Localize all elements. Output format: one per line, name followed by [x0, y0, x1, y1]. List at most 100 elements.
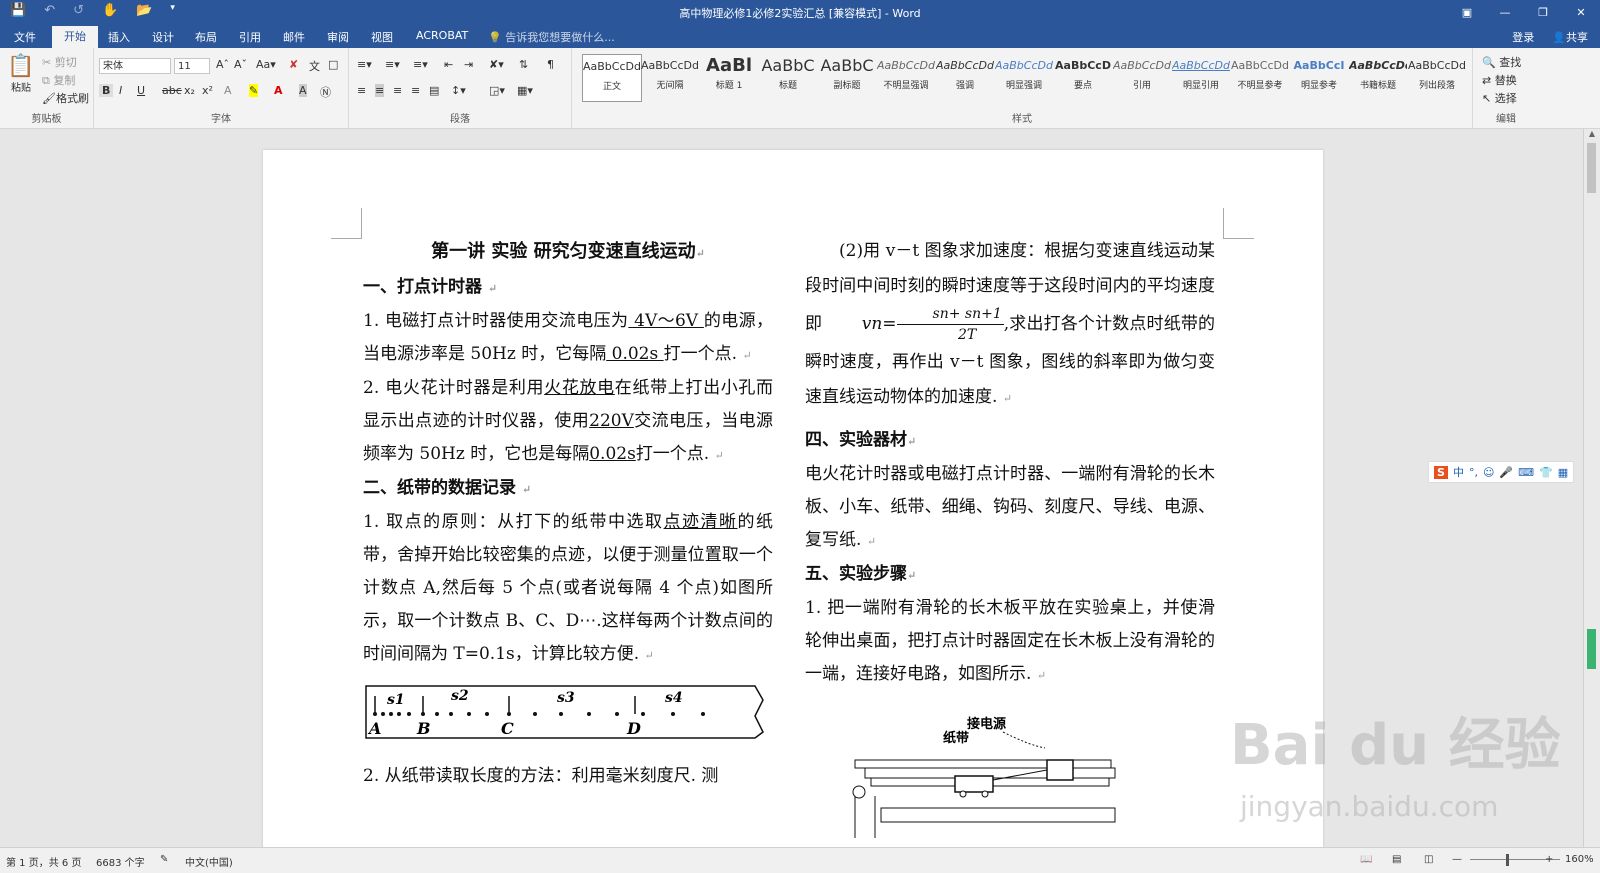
read-mode-icon[interactable]: 📖 [1360, 854, 1372, 865]
restore-button[interactable]: ❐ [1524, 0, 1562, 26]
underline-button[interactable]: U [137, 84, 145, 97]
tab-review[interactable]: 审阅 [327, 29, 349, 45]
style-quote[interactable]: AaBbCcDd 引用 [1113, 54, 1171, 100]
ime-lang[interactable]: 中 [1453, 464, 1464, 480]
grow-font-icon[interactable]: Aˆ [216, 58, 229, 71]
select-button[interactable]: ↖ 选择 [1482, 90, 1517, 106]
print-layout-icon[interactable]: ▤ [1392, 854, 1401, 865]
paste-button[interactable]: 📋 粘贴 [6, 54, 36, 94]
proofing-icon[interactable]: ✎ [160, 854, 168, 865]
scroll-thumb[interactable] [1587, 143, 1596, 193]
format-painter-button[interactable]: 🖌格式刷 [42, 90, 89, 106]
style-strong[interactable]: AaBbCcD 要点 [1054, 54, 1112, 100]
tab-references[interactable]: 引用 [239, 29, 261, 45]
replace-button[interactable]: ⇄ 替换 [1482, 72, 1517, 88]
style-subtitle[interactable]: AaBbC 副标题 [818, 54, 876, 100]
tell-me-box[interactable]: 💡 告诉我您想要做什么... [488, 29, 615, 45]
ribbon-display-icon[interactable]: ▣ [1448, 0, 1486, 26]
close-button[interactable]: ✕ [1562, 0, 1600, 26]
show-marks-icon[interactable]: ¶ [547, 58, 554, 71]
sort-icon[interactable]: ⇅ [519, 58, 528, 71]
tab-home[interactable]: 开始 [52, 26, 98, 48]
phonetic-guide-icon[interactable]: 文 [309, 58, 320, 74]
multilevel-list-icon[interactable]: ≡▾ [413, 58, 428, 71]
copy-button[interactable]: ⧉ 复制 [42, 72, 75, 88]
style-book-title[interactable]: AaBbCcDd 书籍标题 [1349, 54, 1407, 100]
microphone-icon[interactable]: 🎤 [1499, 466, 1513, 479]
word-count[interactable]: 6683 个字 [96, 854, 145, 869]
align-right-icon[interactable]: ≡ [393, 84, 402, 97]
style-intense-emphasis[interactable]: AaBbCcDd 明显强调 [995, 54, 1053, 100]
justify-icon[interactable]: ≡ [411, 84, 420, 97]
align-center-icon[interactable]: ≡ [375, 84, 385, 97]
bold-button[interactable]: B [99, 84, 114, 97]
style-heading-1[interactable]: AaBl 标题 1 [700, 54, 758, 100]
login-link[interactable]: 登录 [1512, 29, 1534, 45]
document-page[interactable]: 第一讲 实验 研究匀变速直线运动↵ 一、打点计时器 ↵ 1. 电磁打点计时器使用… [263, 150, 1323, 848]
line-spacing-icon[interactable]: ↕▾ [451, 84, 466, 97]
char-border-icon[interactable]: □ [328, 58, 338, 71]
toolbox-icon[interactable]: ▦ [1558, 466, 1568, 479]
page-count[interactable]: 第 1 页，共 6 页 [6, 854, 81, 869]
keyboard-icon[interactable]: ⌨ [1518, 466, 1534, 479]
borders-icon[interactable]: ▦▾ [517, 84, 533, 97]
style-normal[interactable]: AaBbCcDd 正文 [582, 54, 642, 102]
cut-button[interactable]: ✂ 剪切 [42, 54, 77, 70]
zoom-level[interactable]: 160% [1565, 854, 1594, 865]
chinese-layout-icon[interactable]: ✘▾ [489, 58, 504, 71]
shrink-font-icon[interactable]: Aˇ [234, 58, 247, 71]
style-subtle-emphasis[interactable]: AaBbCcDd 不明显强调 [877, 54, 935, 100]
font-color-icon[interactable]: A [274, 84, 283, 97]
numbering-icon[interactable]: ≡▾ [385, 58, 400, 71]
subscript-button[interactable]: x₂ [184, 84, 195, 97]
minimize-button[interactable]: — [1486, 0, 1524, 26]
font-name-select[interactable]: 宋体 [99, 58, 171, 74]
find-button[interactable]: 🔍 查找 [1482, 54, 1521, 70]
vertical-scrollbar[interactable]: ▲ [1583, 129, 1600, 848]
language-indicator[interactable]: 中文(中国) [185, 854, 233, 869]
para-equipment: 电火花计时器或电磁打点计时器、一端附有滑轮的长木板、小车、纸带、细绳、钩码、刻度… [805, 464, 1215, 550]
emoji-icon[interactable]: ☺ [1483, 466, 1494, 479]
strikethrough-button[interactable]: abc [162, 84, 182, 97]
tab-view[interactable]: 视图 [371, 29, 393, 45]
increase-indent-icon[interactable]: ⇥ [464, 58, 473, 71]
font-size-select[interactable]: 11 [174, 58, 210, 74]
web-layout-icon[interactable]: ◫ [1424, 854, 1433, 865]
change-case-icon[interactable]: Aa▾ [256, 58, 276, 71]
zoom-out-icon[interactable]: — [1452, 854, 1462, 865]
style-title[interactable]: AaBbC 标题 [759, 54, 817, 100]
highlight-icon[interactable]: ✎ [249, 84, 259, 97]
style-emphasis[interactable]: AaBbCcDd 强调 [936, 54, 994, 100]
enclose-char-icon[interactable]: Ⓝ [320, 84, 331, 100]
tab-layout[interactable]: 布局 [195, 29, 217, 45]
decrease-indent-icon[interactable]: ⇤ [444, 58, 453, 71]
align-left-icon[interactable]: ≡ [357, 84, 366, 97]
zoom-in-icon[interactable]: + [1545, 854, 1553, 865]
text-effects-icon[interactable]: A [224, 84, 232, 97]
distributed-icon[interactable]: ▤ [429, 84, 439, 97]
tab-insert[interactable]: 插入 [108, 29, 130, 45]
zoom-slider-thumb[interactable] [1506, 854, 1509, 866]
skin-icon[interactable]: 👕 [1539, 466, 1553, 479]
shading-icon[interactable]: ◲▾ [489, 84, 505, 97]
superscript-button[interactable]: x² [202, 84, 213, 97]
punctuation-icon[interactable]: °, [1469, 466, 1478, 479]
ime-toolbar[interactable]: S 中 °, ☺ 🎤 ⌨ 👕 ▦ [1428, 461, 1575, 483]
tab-file[interactable]: 文件 [14, 29, 36, 45]
bullets-icon[interactable]: ≡▾ [357, 58, 372, 71]
style-intense-reference[interactable]: AaBbCcI 明显参考 [1290, 54, 1348, 100]
scroll-up-icon[interactable]: ▲ [1584, 129, 1600, 138]
char-shading-icon[interactable]: A [299, 84, 307, 97]
style-intense-quote[interactable]: AaBbCcDd 明显引用 [1172, 54, 1230, 100]
style-subtle-reference[interactable]: AaBbCcDd 不明显参考 [1231, 54, 1289, 100]
tab-mailings[interactable]: 邮件 [283, 29, 305, 45]
tab-design[interactable]: 设计 [152, 29, 174, 45]
style-list-paragraph[interactable]: AaBbCcDd 列出段落 [1408, 54, 1466, 100]
italic-button[interactable]: I [119, 84, 122, 97]
para-step-1: 1. 把一端附有滑轮的长木板平放在实验桌上，并使滑轮伸出桌面，把打点计时器固定在… [805, 598, 1215, 684]
clear-format-icon[interactable]: ✘ [289, 58, 298, 71]
tape-s4: s4 [665, 690, 683, 706]
share-button[interactable]: 👤共享 [1552, 29, 1588, 45]
style-no-spacing[interactable]: AaBbCcDd 无间隔 [641, 54, 699, 100]
tab-acrobat[interactable]: ACROBAT [416, 29, 468, 42]
